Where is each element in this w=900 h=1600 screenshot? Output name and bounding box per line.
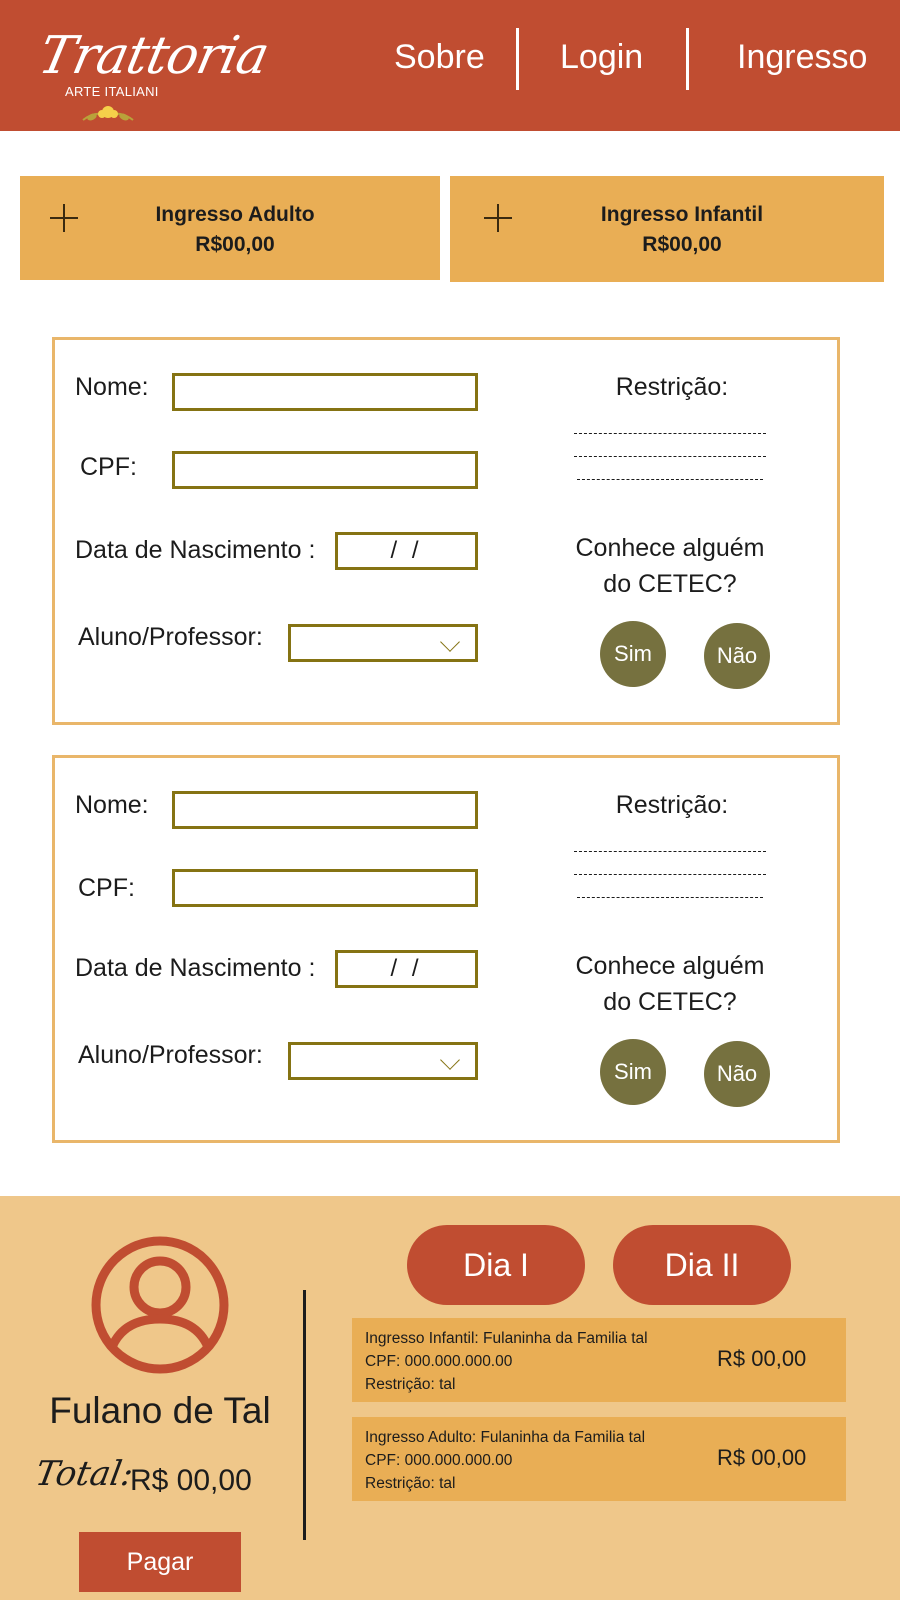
ticket-summary-details: Ingresso Infantil: Fulaninha da Familia … xyxy=(365,1327,648,1396)
role-select[interactable] xyxy=(288,1042,478,1080)
nav-sobre[interactable]: Sobre xyxy=(394,38,485,77)
yes-button[interactable]: Sim xyxy=(600,621,666,687)
name-label: Nome: xyxy=(75,373,149,401)
ticket-summary-price: R$ 00,00 xyxy=(717,1346,807,1371)
day-2-button[interactable]: Dia II xyxy=(613,1225,791,1305)
no-button[interactable]: Não xyxy=(704,623,770,689)
ticket-summary-title: Ingresso Adulto: Fulaninha da Familia ta… xyxy=(365,1429,646,1446)
pay-button[interactable]: Pagar xyxy=(79,1532,241,1592)
know-cetec-line2: do CETEC? xyxy=(603,988,737,1016)
birth-date-input[interactable]: / / xyxy=(335,532,478,570)
restriction-line xyxy=(574,874,766,875)
chevron-down-icon xyxy=(440,632,460,652)
know-cetec-line1: Conhece alguém xyxy=(575,952,765,980)
birth-date-label: Data de Nascimento : xyxy=(75,954,316,982)
chevron-down-icon xyxy=(440,1050,460,1070)
yes-button[interactable]: Sim xyxy=(600,1039,666,1105)
top-header: Trattoria ARTE ITALIANI Sobre Login Ingr… xyxy=(0,0,900,131)
ticket-summary-restriction: Restrição: tal xyxy=(365,1376,456,1393)
cpf-input[interactable] xyxy=(172,451,478,489)
birth-date-placeholder: / / xyxy=(390,537,423,564)
add-child-ticket-button[interactable]: Ingresso Infantil R$00,00 xyxy=(450,176,884,282)
birth-date-label: Data de Nascimento : xyxy=(75,536,316,564)
cpf-input[interactable] xyxy=(172,869,478,907)
ticket-summary-cpf: CPF: 000.000.000.00 xyxy=(365,1353,513,1370)
name-label: Nome: xyxy=(75,791,149,819)
ticket-summary-cpf: CPF: 000.000.000.00 xyxy=(365,1452,513,1469)
adult-ticket-price: R$00,00 xyxy=(195,233,275,256)
ticket-summary-item: Ingresso Infantil: Fulaninha da Familia … xyxy=(352,1318,846,1402)
restriction-line xyxy=(577,479,763,480)
role-select[interactable] xyxy=(288,624,478,662)
ticket-summary-item: Ingresso Adulto: Fulaninha da Familia ta… xyxy=(352,1417,846,1501)
nav-ingresso[interactable]: Ingresso xyxy=(737,38,867,77)
logo[interactable]: Trattoria ARTE ITALIANI xyxy=(18,14,274,130)
cpf-label: CPF: xyxy=(78,874,135,902)
restriction-line xyxy=(574,456,766,457)
restriction-label: Restrição: xyxy=(615,373,729,401)
ticket-summary-price: R$ 00,00 xyxy=(717,1445,807,1470)
ticket-summary-details: Ingresso Adulto: Fulaninha da Familia ta… xyxy=(365,1426,645,1495)
logo-wordmark: Trattoria xyxy=(33,26,274,86)
birth-date-placeholder: / / xyxy=(390,955,423,982)
ticket-summary-restriction: Restrição: tal xyxy=(365,1475,456,1492)
logo-subtitle: ARTE ITALIANI xyxy=(65,84,159,99)
restriction-line xyxy=(574,433,766,434)
name-input[interactable] xyxy=(172,791,478,829)
user-name: Fulano de Tal xyxy=(49,1390,271,1431)
role-label: Aluno/Professor: xyxy=(78,623,263,651)
adult-ticket-title: Ingresso Adulto xyxy=(155,203,315,226)
child-ticket-price: R$00,00 xyxy=(642,233,722,256)
nav-login[interactable]: Login xyxy=(560,38,643,77)
restriction-line xyxy=(574,851,766,852)
restriction-label: Restrição: xyxy=(615,791,729,819)
restriction-line xyxy=(577,897,763,898)
cpf-label: CPF: xyxy=(80,453,137,481)
know-cetec-question: Conhece alguém do CETEC? xyxy=(550,948,790,1020)
attendee-form-2: Nome: CPF: Data de Nascimento : / / Alun… xyxy=(52,755,840,1143)
know-cetec-question: Conhece alguém do CETEC? xyxy=(550,530,790,602)
know-cetec-line2: do CETEC? xyxy=(603,570,737,598)
total-value: R$ 00,00 xyxy=(130,1464,252,1497)
day-1-button[interactable]: Dia I xyxy=(407,1225,585,1305)
footer-divider xyxy=(303,1290,306,1540)
name-input[interactable] xyxy=(172,373,478,411)
adult-ticket-info: Ingresso Adulto R$00,00 xyxy=(20,200,440,260)
attendee-form-1: Nome: CPF: Data de Nascimento : / / Alun… xyxy=(52,337,840,725)
total-label: Total: xyxy=(32,1454,137,1494)
user-avatar-icon xyxy=(91,1236,229,1374)
role-label: Aluno/Professor: xyxy=(78,1041,263,1069)
ticket-summary-title: Ingresso Infantil: Fulaninha da Familia … xyxy=(365,1330,648,1347)
nav-divider xyxy=(516,28,519,90)
child-ticket-title: Ingresso Infantil xyxy=(600,203,764,226)
leaf-ornament-icon xyxy=(82,106,134,121)
add-adult-ticket-button[interactable]: Ingresso Adulto R$00,00 xyxy=(20,176,440,280)
birth-date-input[interactable]: / / xyxy=(335,950,478,988)
nav-divider xyxy=(686,28,689,90)
no-button[interactable]: Não xyxy=(704,1041,770,1107)
know-cetec-line1: Conhece alguém xyxy=(575,534,765,562)
child-ticket-info: Ingresso Infantil R$00,00 xyxy=(450,200,884,260)
